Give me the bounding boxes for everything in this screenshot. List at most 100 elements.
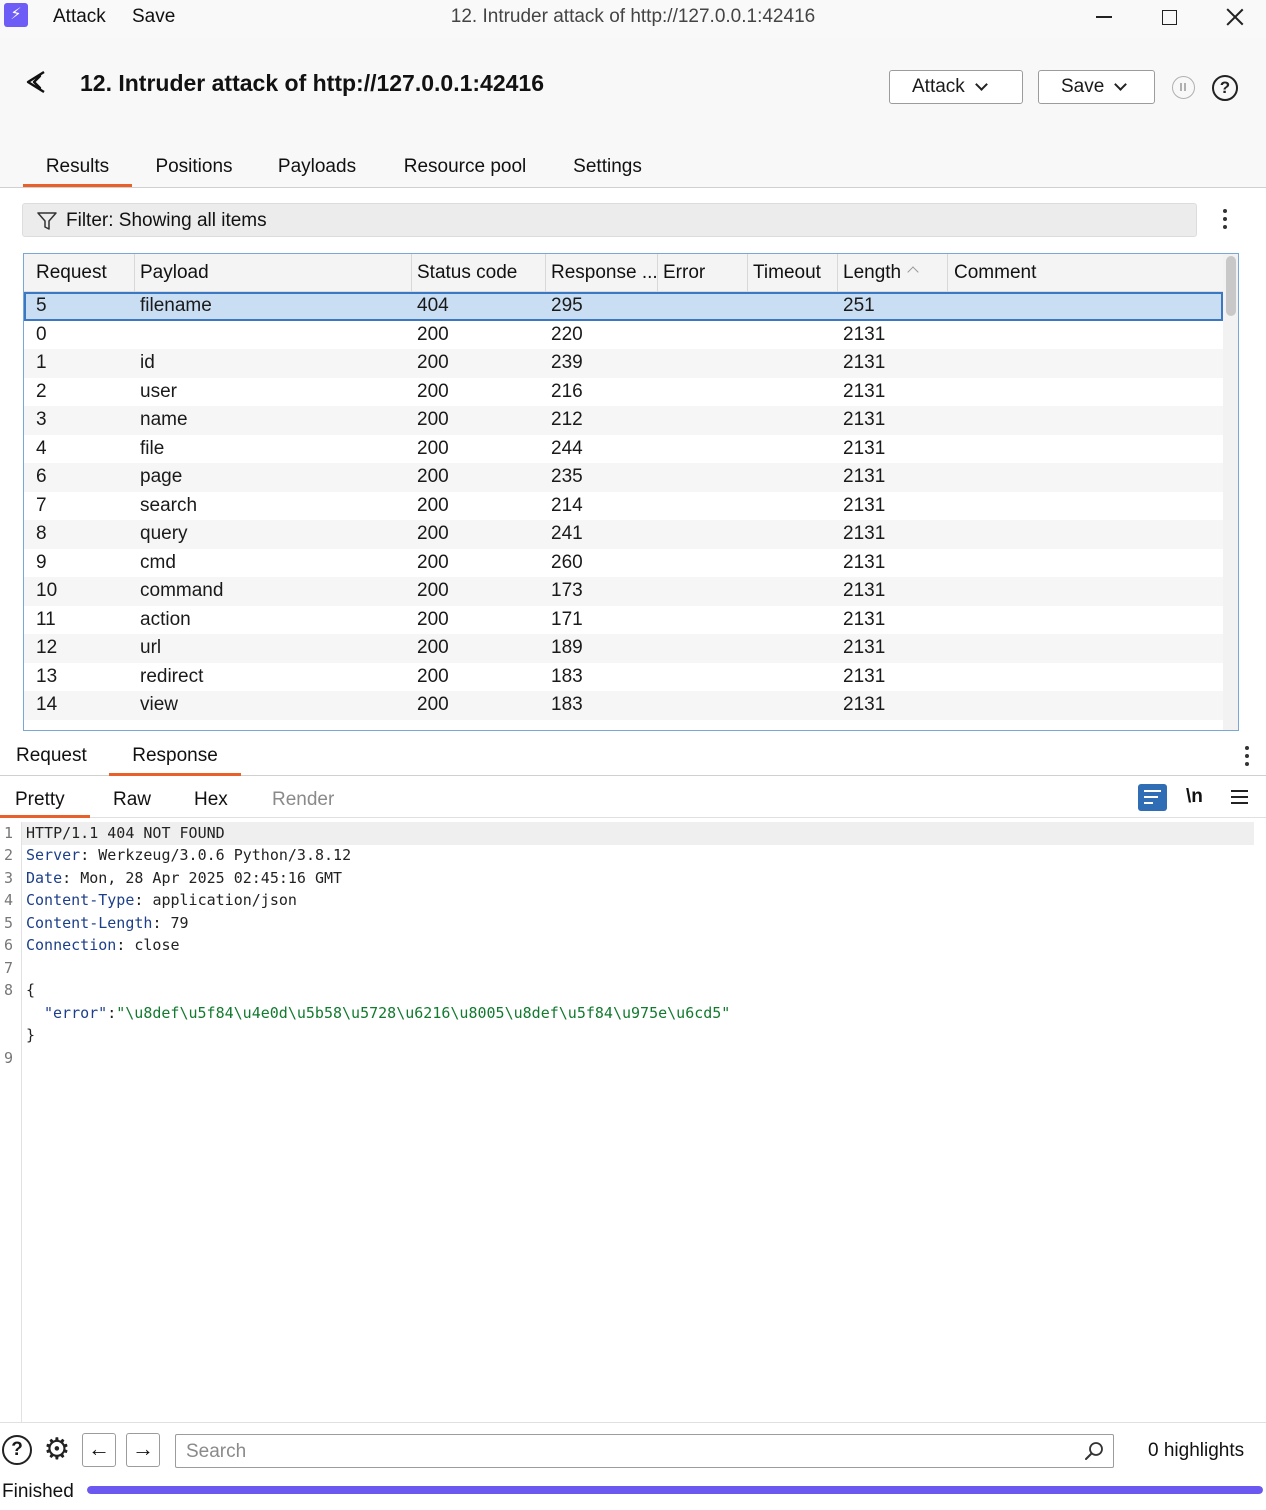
tab-results[interactable]: Results <box>23 156 132 187</box>
cell-status-code: 200 <box>417 437 449 459</box>
header-value: Mon, 28 Apr 2025 02:45:16 GMT <box>80 869 343 887</box>
column-length[interactable]: Length <box>838 254 948 292</box>
cell-status-code: 200 <box>417 380 449 402</box>
column-comment[interactable]: Comment <box>948 254 1223 292</box>
attack-tabs: Results Positions Payloads Resource pool… <box>0 156 1266 188</box>
scroll-thumb[interactable] <box>1226 256 1236 316</box>
filter-icon <box>37 212 57 230</box>
word-wrap-icon[interactable] <box>1138 784 1167 811</box>
table-row[interactable]: 4 file 200 244 2131 <box>24 435 1223 464</box>
back-arrow-icon[interactable]: ← <box>82 1433 116 1467</box>
cell-payload: query <box>140 523 188 544</box>
column-payload[interactable]: Payload <box>135 254 412 292</box>
line-number: 4 <box>4 891 14 909</box>
cell-status-code: 200 <box>417 637 449 658</box>
cell-payload: page <box>140 466 183 487</box>
column-status-code[interactable]: Status code <box>412 254 546 292</box>
table-row[interactable]: 7 search 200 214 2131 <box>24 492 1223 521</box>
menu-icon[interactable] <box>1231 790 1248 808</box>
cell-response: 171 <box>551 608 583 630</box>
show-newlines-button[interactable]: \n <box>1186 786 1203 808</box>
line-number: 5 <box>4 914 14 932</box>
table-row[interactable]: 11 action 200 171 2131 <box>24 606 1223 635</box>
table-scrollbar[interactable] <box>1223 254 1238 730</box>
table-row[interactable]: 8 query 200 241 2131 <box>24 520 1223 549</box>
pause-icon[interactable] <box>1172 76 1195 99</box>
cell-response: 244 <box>551 437 583 459</box>
column-response[interactable]: Response ... <box>546 254 658 292</box>
chevron-down-icon <box>1114 78 1128 91</box>
attack-dropdown-button[interactable]: Attack <box>889 70 1023 104</box>
cell-status-code: 404 <box>417 295 449 316</box>
cell-response: 295 <box>551 295 583 316</box>
table-row[interactable]: 10 command 200 173 2131 <box>24 577 1223 606</box>
cell-response: 241 <box>551 523 583 544</box>
message-options-icon[interactable] <box>1245 746 1249 768</box>
tab-render[interactable]: Render <box>272 789 334 818</box>
tab-payloads[interactable]: Payloads <box>268 156 366 187</box>
tab-resource-pool[interactable]: Resource pool <box>394 156 536 187</box>
progress-fill <box>87 1486 1263 1494</box>
cell-length: 2131 <box>843 323 886 345</box>
search-input[interactable] <box>186 1439 1066 1465</box>
cell-request: 2 <box>36 380 47 402</box>
cell-response: 260 <box>551 551 583 573</box>
table-row[interactable]: 2 user 200 216 2131 <box>24 378 1223 407</box>
header-line: Connection: close <box>26 936 180 954</box>
more-options-icon[interactable] <box>1223 209 1227 231</box>
table-row[interactable]: 0 200 220 2131 <box>24 321 1223 350</box>
json-close-brace: } <box>26 1026 36 1044</box>
response-editor[interactable]: 1 2 3 4 5 6 7 8 9 HTTP/1.1 404 NOT FOUND… <box>0 822 1266 1422</box>
search-box <box>175 1434 1114 1468</box>
table-row[interactable]: 1 id 200 239 2131 <box>24 349 1223 378</box>
menu-save[interactable]: Save <box>132 6 175 28</box>
cell-payload: url <box>140 637 162 658</box>
column-error[interactable]: Error <box>658 254 748 292</box>
filter-bar[interactable]: Filter: Showing all items <box>22 203 1197 237</box>
maximize-button[interactable] <box>1139 0 1199 34</box>
cell-request: 9 <box>36 551 47 573</box>
table-row[interactable]: 6 page 200 235 2131 <box>24 463 1223 492</box>
json-property: "error":"\u8def\u5f84\u4e0d\u5b58\u5728\… <box>44 1004 731 1022</box>
tab-response[interactable]: Response <box>109 745 241 776</box>
close-button[interactable] <box>1205 0 1265 34</box>
cell-request: 12 <box>36 637 58 658</box>
header-line: Content-Type: application/json <box>26 891 297 909</box>
table-row[interactable]: 9 cmd 200 260 2131 <box>24 549 1223 578</box>
forward-arrow-icon[interactable]: → <box>126 1433 160 1467</box>
save-dropdown-button[interactable]: Save <box>1038 70 1155 104</box>
header-line: Server: Werkzeug/3.0.6 Python/3.8.12 <box>26 846 352 864</box>
tab-raw[interactable]: Raw <box>113 789 151 818</box>
help-icon[interactable]: ? <box>1212 75 1238 101</box>
minimize-button[interactable] <box>1074 0 1134 34</box>
gear-icon[interactable]: ⚙ <box>40 1433 74 1467</box>
cell-response: 214 <box>551 494 583 516</box>
header-value: application/json <box>152 891 297 909</box>
tab-positions[interactable]: Positions <box>145 156 243 187</box>
cell-status-code: 200 <box>417 523 449 544</box>
table-row[interactable]: 14 view 200 183 2131 <box>24 691 1223 720</box>
cell-response: 220 <box>551 323 583 345</box>
table-row[interactable]: 12 url 200 189 2131 <box>24 634 1223 663</box>
attack-header: 12. Intruder attack of http://127.0.0.1:… <box>0 38 1266 188</box>
tab-settings[interactable]: Settings <box>561 156 654 187</box>
cell-status-code: 200 <box>417 694 449 715</box>
table-header: Request Payload Status code Response ...… <box>24 254 1223 292</box>
tab-request[interactable]: Request <box>16 745 87 776</box>
table-row[interactable]: 5 filename 404 295 251 <box>24 292 1223 321</box>
tab-pretty[interactable]: Pretty <box>0 789 90 818</box>
search-icon[interactable] <box>1084 1441 1104 1461</box>
cell-payload: file <box>140 437 165 459</box>
help-icon[interactable]: ? <box>2 1435 32 1465</box>
table-row[interactable]: 13 redirect 200 183 2131 <box>24 663 1223 692</box>
cell-payload: search <box>140 494 198 516</box>
menu-attack[interactable]: Attack <box>53 6 106 28</box>
table-row[interactable]: 3 name 200 212 2131 <box>24 406 1223 435</box>
tab-hex[interactable]: Hex <box>194 789 228 818</box>
cell-length: 2131 <box>843 580 886 601</box>
column-timeout[interactable]: Timeout <box>748 254 838 292</box>
cell-length: 2131 <box>843 380 886 402</box>
cell-status-code: 200 <box>417 466 449 487</box>
save-button-label: Save <box>1061 76 1105 97</box>
column-request[interactable]: Request <box>24 254 135 292</box>
